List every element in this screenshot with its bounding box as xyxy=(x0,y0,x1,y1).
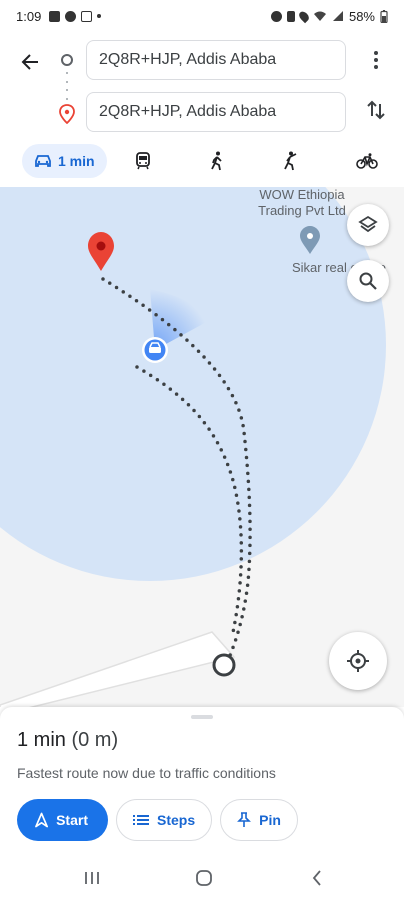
pin-button-label: Pin xyxy=(259,812,281,828)
origin-field-value: 2Q8R+HJP, Addis Ababa xyxy=(99,51,277,68)
route-note: Fastest route now due to traffic conditi… xyxy=(17,765,276,781)
travel-mode-bar: 1 min xyxy=(0,144,404,182)
search-along-route-button[interactable] xyxy=(347,260,389,302)
origin-field[interactable]: 2Q8R+HJP, Addis Ababa xyxy=(86,40,346,80)
more-notifications-icon xyxy=(97,14,102,18)
battery-level: 58% xyxy=(348,8,375,24)
system-icons: 58% xyxy=(270,8,388,24)
swap-locations-button[interactable] xyxy=(362,96,390,124)
car-icon xyxy=(35,155,51,167)
location-icon xyxy=(297,9,311,23)
mail-notification-icon xyxy=(81,10,93,22)
bicycle-icon xyxy=(356,153,378,169)
swap-vert-icon xyxy=(367,100,385,120)
map-view[interactable]: WOW Ethiopia Trading Pvt Ltd Sikar real … xyxy=(0,187,404,707)
route-origin-circle xyxy=(212,653,236,677)
origin-marker-icon xyxy=(61,54,73,66)
walk-icon xyxy=(211,151,222,171)
route-distance: (0 m) xyxy=(71,729,119,751)
home-icon xyxy=(196,870,212,886)
poi-label-1-line2: Trading Pvt Ltd xyxy=(258,203,346,218)
mode-walking[interactable] xyxy=(202,144,232,178)
route-summary: 1 min (0 m) xyxy=(17,729,118,752)
photo-notification-icon xyxy=(49,10,61,22)
mode-ride[interactable] xyxy=(276,144,306,178)
pushpin-icon xyxy=(237,812,252,827)
mode-transit[interactable] xyxy=(128,144,158,178)
destination-marker-icon xyxy=(58,104,76,129)
search-icon xyxy=(359,272,377,290)
route-duration: 1 min xyxy=(17,729,66,751)
wifi-icon xyxy=(313,11,326,21)
directions-header: 2Q8R+HJP, Addis Ababa 2Q8R+HJP, Addis Ab… xyxy=(0,32,404,187)
destination-field-value: 2Q8R+HJP, Addis Ababa xyxy=(99,103,277,120)
ride-hailing-icon xyxy=(284,151,297,171)
mode-cycling[interactable] xyxy=(352,144,382,178)
poi-label-1-line1: WOW Ethiopia xyxy=(259,187,345,202)
pin-button[interactable]: Pin xyxy=(220,799,298,841)
current-location-icon xyxy=(142,337,168,363)
arrow-back-icon xyxy=(21,54,38,70)
signal-icon xyxy=(332,11,343,21)
route-connector xyxy=(66,72,68,100)
road xyxy=(0,631,236,707)
list-icon xyxy=(133,815,149,825)
back-nav-button[interactable] xyxy=(302,865,332,891)
back-button[interactable] xyxy=(14,46,46,78)
mute-icon xyxy=(286,10,295,22)
layers-button[interactable] xyxy=(347,204,389,246)
route-bottom-sheet: 1 min (0 m) Fastest route now due to tra… xyxy=(0,707,404,857)
more-options-button[interactable] xyxy=(362,46,390,74)
battery-icon xyxy=(380,9,388,23)
chevron-left-icon xyxy=(312,870,321,886)
mode-driving-label: 1 min xyxy=(58,153,95,169)
start-button-label: Start xyxy=(56,812,88,828)
mode-driving[interactable]: 1 min xyxy=(22,144,107,178)
steps-button-label: Steps xyxy=(157,812,196,828)
crosshair-icon xyxy=(347,650,369,672)
route-actions: Start Steps Pin xyxy=(17,799,298,841)
recent-apps-button[interactable] xyxy=(77,865,107,891)
more-vert-icon xyxy=(374,51,378,55)
layers-icon xyxy=(358,215,378,233)
notification-icons xyxy=(49,10,102,22)
train-icon xyxy=(136,152,150,170)
my-location-button[interactable] xyxy=(329,632,387,690)
alarm-icon xyxy=(270,10,282,22)
start-button[interactable]: Start xyxy=(17,799,108,841)
status-bar: 1:09 58% xyxy=(0,0,404,32)
navigation-arrow-icon xyxy=(35,812,49,828)
status-time: 1:09 xyxy=(16,8,42,24)
poi-label-1[interactable]: WOW Ethiopia Trading Pvt Ltd xyxy=(240,187,364,219)
recents-icon xyxy=(85,872,99,884)
home-button[interactable] xyxy=(189,865,219,891)
location-accuracy-circle xyxy=(0,187,386,581)
system-nav-bar xyxy=(0,857,404,900)
app-notification-icon xyxy=(65,10,77,22)
steps-button[interactable]: Steps xyxy=(116,799,213,841)
sheet-drag-handle[interactable] xyxy=(191,715,213,719)
destination-field[interactable]: 2Q8R+HJP, Addis Ababa xyxy=(86,92,346,132)
